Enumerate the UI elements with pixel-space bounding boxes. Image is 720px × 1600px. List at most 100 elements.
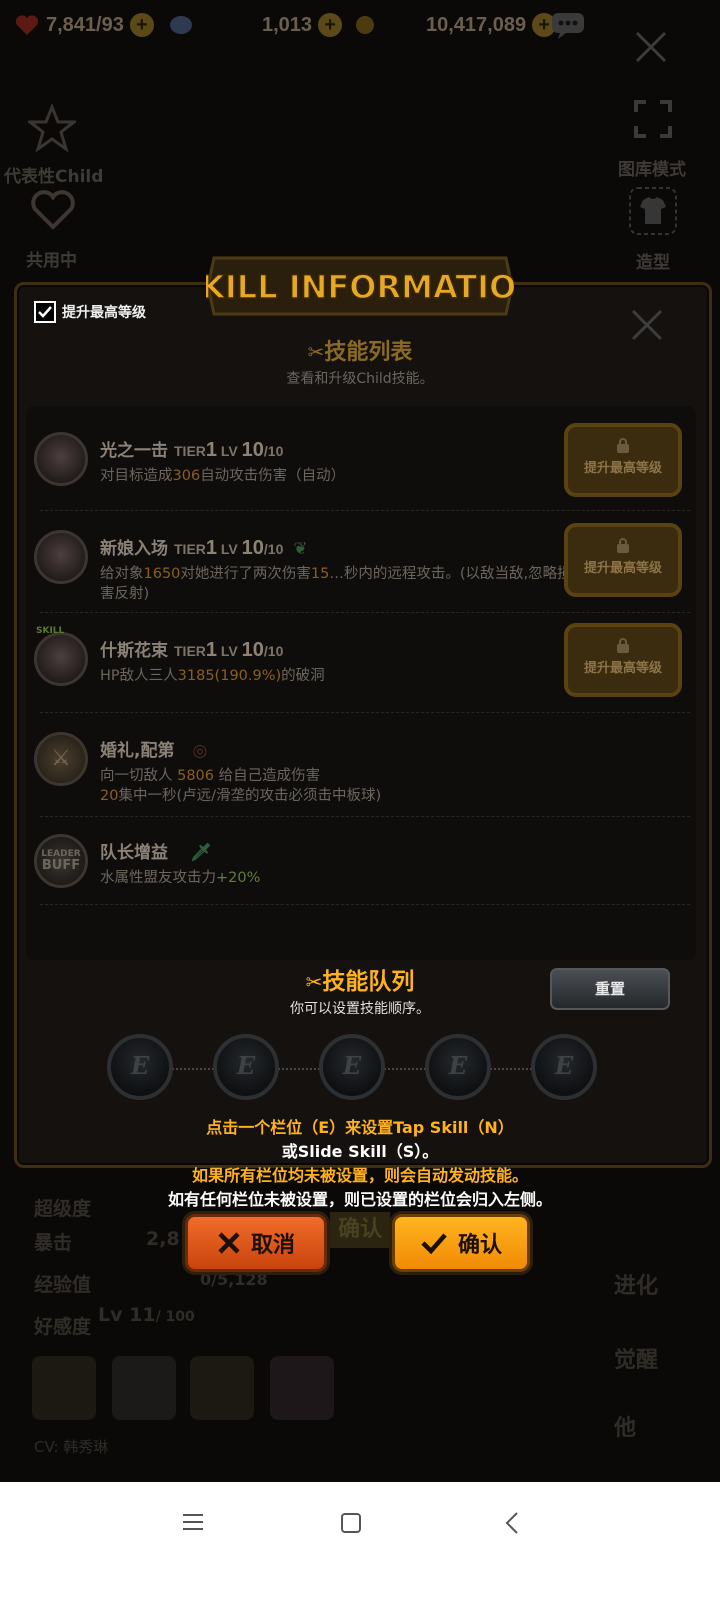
divider bbox=[40, 612, 690, 613]
divider bbox=[40, 510, 690, 511]
skill-icon: ✂ bbox=[307, 340, 325, 364]
skill-list-title: ✂技能列表 bbox=[307, 340, 413, 365]
bg-evolve-label: 进化 bbox=[614, 1274, 659, 1299]
bg-exp-value: 0/5,128 bbox=[200, 1270, 268, 1289]
bg-other-label: 他 bbox=[614, 1416, 637, 1441]
instruction-line-3: 如果所有栏位均未被设置，则会自动发动技能。 bbox=[191, 1166, 528, 1185]
slot-connector bbox=[380, 1068, 430, 1070]
divider bbox=[40, 816, 690, 817]
skill-information-banner: SKILL INFORMATION bbox=[206, 256, 514, 316]
add-hearts-button[interactable]: + bbox=[129, 13, 154, 37]
gem-icon bbox=[170, 16, 192, 34]
slot-connector bbox=[274, 1068, 324, 1070]
skill-name: 婚礼,配第 ◎ bbox=[100, 741, 208, 761]
skill-slot-1[interactable]: E bbox=[107, 1034, 173, 1100]
confirm-button[interactable]: 确认 bbox=[392, 1214, 530, 1272]
checkbox-box[interactable] bbox=[34, 301, 56, 323]
slot-connector bbox=[168, 1068, 218, 1070]
max-level-checkbox[interactable]: 提升最高等级 bbox=[34, 301, 146, 323]
skill-slot-3[interactable]: E bbox=[319, 1034, 385, 1100]
check-icon bbox=[38, 306, 52, 318]
crossed-swords-icon: ⚔ bbox=[51, 746, 71, 771]
upgrade-max-button[interactable]: 提升最高等级 bbox=[564, 523, 682, 597]
bg-confirm-label: 确认 bbox=[330, 1212, 390, 1248]
star-icon[interactable] bbox=[28, 104, 76, 152]
skill-tier: TIER1 LV 10/10 bbox=[174, 439, 284, 461]
cancel-button[interactable]: 取消 bbox=[185, 1214, 327, 1272]
hearts-value: 7,841/93 bbox=[46, 13, 124, 36]
chat-icon[interactable] bbox=[550, 10, 586, 40]
instruction-line-4: 如有任何栏位未被设置，则已设置的栏位会归入左侧。 bbox=[167, 1190, 552, 1209]
slot-connector bbox=[486, 1068, 536, 1070]
skill-slot-4[interactable]: E bbox=[425, 1034, 491, 1100]
skill-description: HP敌人三人3185(190.9%)的破洞 bbox=[100, 668, 325, 684]
upgrade-max-label: 提升最高等级 bbox=[583, 461, 662, 476]
back-icon[interactable] bbox=[504, 1511, 520, 1535]
system-nav-bar bbox=[0, 1482, 720, 1600]
lock-icon bbox=[617, 638, 629, 653]
add-gems-button[interactable]: + bbox=[318, 13, 343, 37]
bg-stat-value-crit: 2,8 bbox=[146, 1228, 180, 1250]
confirm-label: 确认 bbox=[457, 1233, 502, 1258]
gold-resource: 10,417,089 + bbox=[352, 10, 557, 40]
skill-slot-2[interactable]: E bbox=[213, 1034, 279, 1100]
skill-row: ⚔ 婚礼,配第 ◎ 向一切敌人 5806 给自己造成伤害 20集中一秒(卢远/滑垄的… bbox=[34, 724, 694, 816]
outfit-label: 造型 bbox=[636, 253, 670, 273]
skill-slot-5[interactable]: E bbox=[531, 1034, 597, 1100]
gold-value: 10,417,089 bbox=[426, 13, 527, 36]
water-sword-icon: 🗡 bbox=[190, 843, 212, 863]
bg-awaken-label: 觉醒 bbox=[614, 1348, 659, 1373]
reset-button[interactable]: 重置 bbox=[550, 968, 670, 1010]
bg-cv-label: CV: 韩秀琳 bbox=[34, 1438, 109, 1456]
critical-icon: ◎ bbox=[192, 741, 208, 761]
bg-card-4 bbox=[270, 1356, 334, 1420]
checkbox-label: 提升最高等级 bbox=[62, 305, 146, 321]
bg-stat-label-3: 经验值 bbox=[34, 1274, 92, 1296]
upgrade-max-button[interactable]: 提升最高等级 bbox=[564, 423, 682, 497]
home-icon[interactable] bbox=[340, 1512, 362, 1534]
skill-list-header: ✂技能列表 查看和升级Child技能。 bbox=[0, 334, 720, 388]
lock-icon bbox=[617, 538, 629, 553]
upgrade-max-button[interactable]: 提升最高等级 bbox=[564, 623, 682, 697]
gems-resource: 1,013 + bbox=[168, 10, 343, 40]
leaf-icon: ❦ bbox=[293, 539, 308, 559]
upgrade-max-label: 提升最高等级 bbox=[583, 661, 662, 676]
instruction-line-2: 或Slide Skill（S）。 bbox=[281, 1142, 439, 1161]
menu-icon[interactable] bbox=[182, 1512, 204, 1532]
skill-avatar bbox=[34, 530, 88, 584]
check-icon bbox=[421, 1233, 447, 1255]
skill-name: 队长增益 🗡 bbox=[100, 843, 212, 863]
skill-name: 什斯花束 TIER1 LV 10/10 bbox=[100, 639, 284, 661]
skill-list-subtitle: 查看和升级Child技能。 bbox=[286, 371, 434, 387]
shirt-icon[interactable] bbox=[628, 186, 678, 236]
coin-icon bbox=[356, 16, 374, 34]
skill-description: 对目标造成306自动攻击伤害（自动） bbox=[100, 468, 346, 484]
skill-icon: ✂ bbox=[305, 970, 323, 994]
skill-name: 新娘入场 TIER1 LV 10/10 ❦ bbox=[100, 537, 308, 559]
banner-text: SKILL INFORMATION bbox=[206, 268, 514, 306]
gems-value: 1,013 bbox=[262, 13, 313, 36]
bg-card-1 bbox=[32, 1356, 96, 1420]
skill-description: 向一切敌人 5806 给自己造成伤害 20集中一秒(卢远/滑垄的攻击必须击中板球) bbox=[100, 768, 382, 804]
expand-icon[interactable] bbox=[634, 100, 672, 138]
heart-outline-icon[interactable] bbox=[30, 190, 76, 230]
in-use-label: 共用中 bbox=[26, 251, 77, 271]
instruction-line-1: 点击一个栏位（E）来设置Tap Skill（N） bbox=[206, 1118, 514, 1137]
skill-description: 给对象1650对她进行了两次伤害15…秒内的远程攻击。(以敌当敌,忽略损害反射) bbox=[100, 566, 572, 602]
gallery-mode-label: 图库模式 bbox=[618, 160, 686, 180]
skill-tier: TIER1 LV 10/10 bbox=[174, 537, 284, 559]
leader-buff-icon: LEADER BUFF bbox=[34, 834, 88, 888]
skill-avatar bbox=[34, 632, 88, 686]
cancel-label: 取消 bbox=[250, 1233, 295, 1258]
bg-affinity-level: Lv 11/ 100 bbox=[98, 1304, 195, 1326]
skill-name: 光之一击 TIER1 LV 10/10 bbox=[100, 439, 284, 461]
upgrade-max-label: 提升最高等级 bbox=[583, 561, 662, 576]
lock-icon bbox=[617, 438, 629, 453]
representative-child-label: 代表性Child bbox=[4, 167, 104, 187]
bg-stat-label-2: 暴击 bbox=[34, 1232, 73, 1254]
divider bbox=[40, 904, 690, 905]
hearts-resource: 7,841/93 + bbox=[14, 10, 154, 40]
bg-card-3 bbox=[190, 1356, 254, 1420]
bg-stat-label-4: 好感度 bbox=[34, 1316, 92, 1338]
close-icon[interactable] bbox=[634, 30, 668, 64]
